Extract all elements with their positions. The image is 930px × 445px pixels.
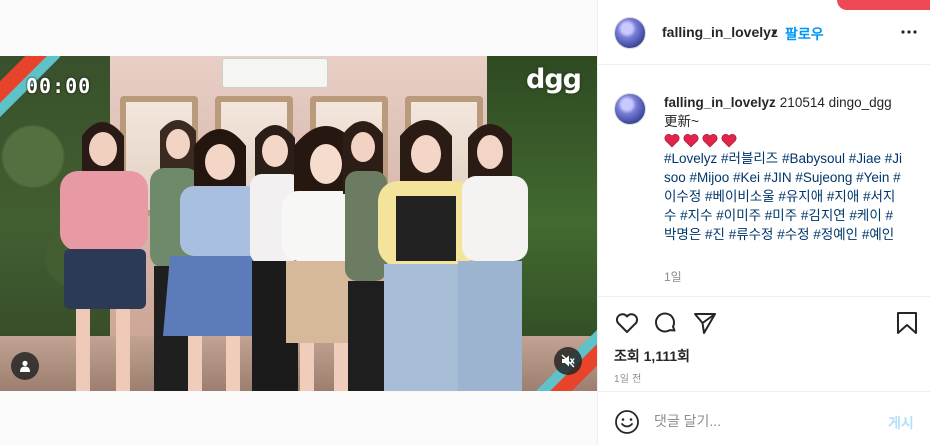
post-details-panel: falling_in_lovelyz • 팔로우 falling_in_love…: [597, 0, 930, 445]
follow-button[interactable]: 팔로우: [785, 24, 824, 44]
video-timecode: 00:00: [26, 74, 92, 98]
media-area: 00:00 dgg: [0, 0, 597, 445]
group-of-performers: [60, 120, 528, 391]
comment-form: 게시: [598, 391, 930, 445]
emoji-smiley-icon[interactable]: [614, 409, 640, 435]
author-avatar[interactable]: [614, 17, 646, 49]
save-bookmark-icon[interactable]: [894, 310, 920, 336]
caption-line2: 更新~: [664, 114, 699, 129]
instagram-post-modal: 00:00 dgg falling_in_lovelyz • 팔로우 falli…: [0, 0, 930, 445]
user-silhouette-icon: [20, 360, 30, 372]
comment-input[interactable]: [654, 408, 874, 434]
caption-hashtags[interactable]: #Lovelyz #러블리즈 #Babysoul #Jiae #Jisoo #M…: [664, 151, 902, 242]
author-username[interactable]: falling_in_lovelyz: [662, 24, 778, 40]
view-count[interactable]: 조회 1,111회: [614, 346, 690, 366]
red-heart-icon: [664, 134, 680, 148]
comment-bubble-icon[interactable]: [653, 310, 679, 336]
separator-dot: •: [772, 24, 777, 40]
tagged-users-button[interactable]: [11, 352, 39, 380]
caption-text: falling_in_lovelyz 210514 dingo_dgg 更新~ #…: [664, 93, 904, 244]
red-heart-icon: [702, 134, 718, 148]
speaker-muted-icon: [561, 354, 575, 368]
red-heart-icon: [683, 134, 699, 148]
post-caption: falling_in_lovelyz 210514 dingo_dgg 更新~ #…: [598, 65, 930, 297]
dgg-logo: dgg: [526, 64, 582, 95]
like-heart-icon[interactable]: [614, 310, 640, 336]
notification-banner[interactable]: [837, 0, 930, 10]
post-comment-button[interactable]: 게시: [888, 413, 914, 433]
heart-emojis: [664, 133, 904, 148]
caption-line1: 210514 dingo_dgg: [779, 95, 892, 110]
caption-author-username[interactable]: falling_in_lovelyz: [664, 95, 776, 110]
share-paper-plane-icon[interactable]: [692, 310, 718, 336]
more-horizontal-icon: [901, 30, 917, 34]
caption-author-avatar[interactable]: [614, 93, 646, 125]
post-timestamp[interactable]: 1일 전: [614, 370, 642, 385]
red-heart-icon: [721, 134, 737, 148]
more-options-button[interactable]: [899, 22, 919, 42]
caption-timestamp: 1일: [664, 270, 682, 284]
video-player[interactable]: 00:00 dgg: [0, 56, 597, 391]
mute-toggle-button[interactable]: [554, 347, 582, 375]
post-actions: [598, 297, 930, 347]
